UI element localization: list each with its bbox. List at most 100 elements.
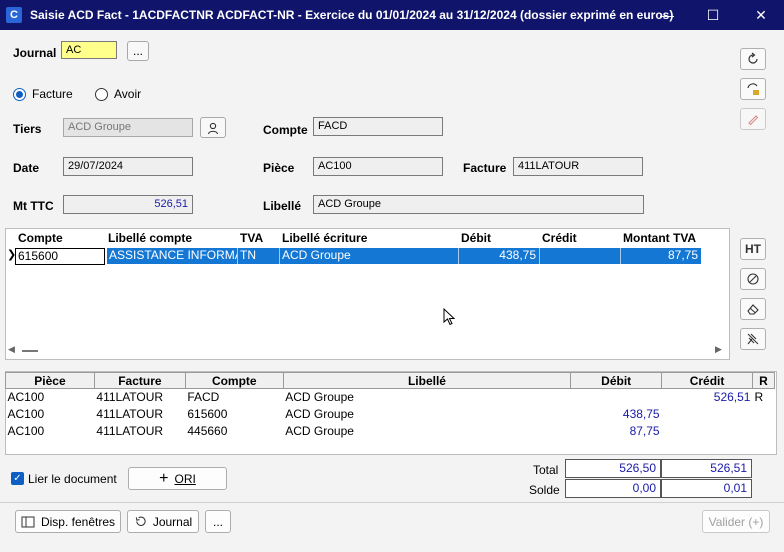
- lines-col-piece: Pièce: [5, 372, 95, 389]
- cell-compte: FACD: [187, 390, 220, 405]
- cell-piece: AC100: [7, 424, 45, 438]
- mt-ttc-field[interactable]: 526,51: [63, 195, 193, 214]
- compte-label: Compte: [263, 123, 308, 137]
- sync-lock-icon: [747, 83, 759, 95]
- compte-field[interactable]: FACD: [313, 117, 443, 136]
- cell-debit[interactable]: 438,75: [459, 248, 540, 264]
- total-credit-field: 526,51: [661, 459, 752, 478]
- pin-off-icon: [747, 333, 759, 345]
- footer-divider: [0, 502, 784, 503]
- solde-label: Solde: [529, 483, 560, 497]
- lines-col-facture: Facture: [93, 372, 186, 389]
- refresh-button[interactable]: [740, 48, 766, 70]
- cell-libelle-compte[interactable]: ASSISTANCE INFORMATIQUE: [107, 248, 238, 264]
- sync-lock-button[interactable]: [740, 78, 766, 100]
- lier-document-checkbox[interactable]: ✓: [11, 472, 24, 485]
- cell-libelle-ecriture[interactable]: ACD Groupe: [280, 248, 459, 264]
- app-icon: C: [6, 7, 22, 23]
- lines-col-compte: Compte: [184, 372, 284, 389]
- entry-grid-header: Compte Libellé compte TVA Libellé écritu…: [18, 231, 703, 245]
- journal-field[interactable]: AC: [61, 41, 117, 59]
- cell-piece: AC100: [7, 390, 45, 405]
- cell-tva[interactable]: TN: [238, 248, 280, 264]
- mouse-cursor-icon: [443, 308, 455, 326]
- maximize-button[interactable]: ☐: [690, 0, 736, 30]
- selected-row[interactable]: ASSISTANCE INFORMATIQUE TN ACD Groupe 43…: [107, 248, 701, 264]
- total-label: Total: [533, 463, 559, 477]
- cell-montant-tva[interactable]: 87,75: [621, 248, 701, 264]
- cell-piece: AC100: [7, 407, 45, 421]
- piece-label: Pièce: [263, 161, 295, 175]
- cancel-icon: [747, 273, 759, 285]
- scroll-right-icon[interactable]: ▶: [715, 344, 722, 355]
- radio-facture[interactable]: Facture: [13, 87, 73, 101]
- pencil-icon: [748, 115, 759, 126]
- cell-credit[interactable]: [540, 248, 621, 264]
- minimize-button[interactable]: —: [644, 0, 690, 30]
- title-bar: C Saisie ACD Fact - 1ACDFACTNR ACDFACT-N…: [0, 0, 784, 30]
- pin-off-button[interactable]: [740, 328, 766, 350]
- piece-field[interactable]: AC100: [313, 157, 443, 176]
- cell-compte: 615600: [187, 407, 228, 421]
- radio-facture-dot[interactable]: [13, 87, 26, 101]
- col-compte: Compte: [18, 231, 63, 245]
- ori-button[interactable]: + ORI: [128, 467, 227, 490]
- cell-credit: [662, 423, 753, 440]
- journal-button[interactable]: Journal: [127, 510, 199, 533]
- radio-avoir[interactable]: Avoir: [95, 87, 141, 101]
- table-row[interactable]: AC100 411LATOUR FACD ACD Groupe 526,51 R: [6, 389, 775, 406]
- facture-field[interactable]: 411LATOUR: [513, 157, 643, 176]
- eraser-button[interactable]: [740, 298, 766, 320]
- compte-edit-cell[interactable]: 615600: [15, 248, 105, 265]
- ht-button[interactable]: HT: [740, 238, 766, 260]
- radio-avoir-dot[interactable]: [95, 87, 108, 101]
- cell-credit: 526,51: [713, 390, 751, 405]
- cell-debit: 438,75: [622, 407, 660, 421]
- table-row[interactable]: AC100 411LATOUR 445660 ACD Groupe 87,75: [6, 423, 775, 440]
- tiers-user-button[interactable]: [200, 117, 226, 138]
- facture-label: Facture: [463, 161, 507, 175]
- cell-libelle: ACD Groupe: [285, 390, 354, 405]
- tiers-label: Tiers: [13, 122, 42, 136]
- horizontal-scrollbar-thumb[interactable]: [22, 350, 38, 352]
- window-title: Saisie ACD Fact - 1ACDFACTNR ACDFACT-NR …: [30, 8, 674, 22]
- cancel-line-button[interactable]: [740, 268, 766, 290]
- cell-facture: 411LATOUR: [96, 424, 164, 438]
- cell-credit: [662, 406, 753, 423]
- windows-icon: [21, 516, 35, 527]
- user-icon: [207, 122, 219, 134]
- col-montant-tva: Montant TVA: [623, 231, 697, 245]
- disp-fenetres-button[interactable]: Disp. fenêtres: [15, 510, 121, 533]
- mt-ttc-label: Mt TTC: [13, 199, 54, 213]
- valider-button[interactable]: Valider (+): [702, 510, 770, 533]
- cell-facture: 411LATOUR: [96, 407, 164, 421]
- cell-r: [752, 406, 774, 423]
- tiers-field[interactable]: ACD Groupe: [63, 118, 193, 137]
- cell-r: R: [754, 390, 764, 405]
- footer-more-button[interactable]: ...: [205, 510, 231, 533]
- col-libelle-ecriture: Libellé écriture: [282, 231, 368, 245]
- cell-libelle: ACD Groupe: [285, 407, 354, 421]
- solde-credit-field: 0,01: [661, 479, 752, 498]
- eraser-icon: [747, 304, 759, 315]
- col-credit: Crédit: [542, 231, 577, 245]
- journal-more-button[interactable]: ...: [127, 41, 149, 61]
- lines-col-debit: Débit: [570, 372, 663, 389]
- cell-debit: [571, 389, 662, 406]
- lines-col-libelle: Libellé: [282, 372, 572, 389]
- col-debit: Débit: [461, 231, 491, 245]
- lier-document-label: Lier le document: [28, 472, 117, 486]
- cell-facture: 411LATOUR: [96, 390, 164, 405]
- edit-disabled-button[interactable]: [740, 108, 766, 130]
- libelle-field[interactable]: ACD Groupe: [313, 195, 644, 214]
- history-icon: [135, 516, 146, 526]
- libelle-label: Libellé: [263, 199, 302, 213]
- close-button[interactable]: ✕: [738, 0, 784, 30]
- total-debit-field: 526,50: [565, 459, 661, 478]
- refresh-icon: [748, 52, 758, 64]
- lines-col-r: R: [751, 372, 776, 389]
- scroll-left-icon[interactable]: ◀: [8, 344, 15, 355]
- table-row[interactable]: AC100 411LATOUR 615600 ACD Groupe 438,75: [6, 406, 775, 423]
- date-field[interactable]: 29/07/2024: [63, 157, 193, 176]
- date-label: Date: [13, 161, 40, 175]
